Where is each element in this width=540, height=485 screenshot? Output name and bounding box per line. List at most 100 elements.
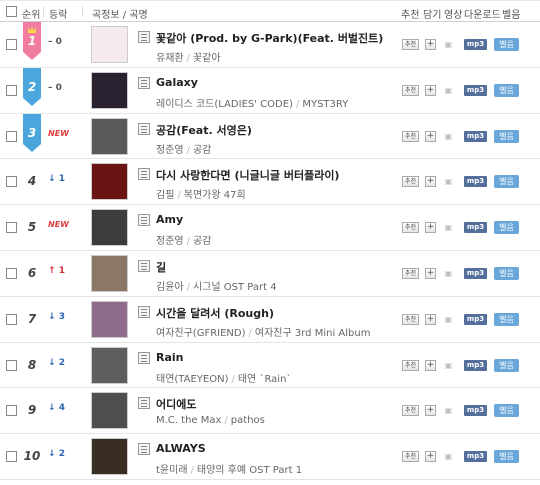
row-checkbox[interactable] [6,359,17,371]
mp3-download-button[interactable]: mp3 [464,451,487,463]
video-icon[interactable]: ▣ [443,176,454,187]
video-icon[interactable]: ▣ [443,222,454,233]
bell-button[interactable]: 벨음 [494,358,519,372]
album-cover[interactable] [91,209,128,247]
album-cover[interactable] [91,71,128,109]
song-title[interactable]: 어디에도 [156,396,196,412]
album-cover[interactable] [91,163,128,201]
add-button[interactable]: + [425,84,436,96]
row-checkbox[interactable] [6,130,17,142]
album-cover[interactable] [91,254,128,292]
artist-link[interactable]: 레이디스 코드(LADIES' CODE) [156,99,293,110]
recommend-button[interactable]: 추천 [402,176,419,188]
video-icon[interactable]: ▣ [443,268,454,279]
album-link[interactable]: 복면가왕 47회 [184,190,246,201]
album-link[interactable]: MYST3RY [302,99,348,110]
album-link[interactable]: 공감 [193,236,211,247]
artist-link[interactable]: 정준영 [156,145,184,156]
add-button[interactable]: + [425,313,436,325]
song-info-icon[interactable] [138,214,150,227]
row-checkbox[interactable] [6,313,17,325]
add-button[interactable]: + [425,222,436,234]
recommend-button[interactable]: 추천 [402,84,419,96]
video-icon[interactable]: ▣ [443,451,454,462]
add-button[interactable]: + [425,359,436,371]
video-icon[interactable]: ▣ [443,360,454,371]
song-info-icon[interactable] [138,443,150,456]
album-cover[interactable] [91,300,128,338]
song-info-icon[interactable] [138,351,150,364]
bell-button[interactable]: 벨음 [494,221,519,235]
song-title[interactable]: Amy [156,213,183,226]
mp3-download-button[interactable]: mp3 [464,267,487,279]
song-info-icon[interactable] [138,305,150,318]
song-info-icon[interactable] [138,122,150,135]
album-cover[interactable] [91,438,128,476]
artist-link[interactable]: 정준영 [156,236,184,247]
bell-button[interactable]: 벨음 [494,38,519,51]
song-title[interactable]: 다시 사랑한다면 (니글니글 버터플라이) [156,167,339,183]
artist-link[interactable]: M.C. the Max [156,415,221,426]
recommend-button[interactable]: 추천 [402,451,419,463]
add-button[interactable]: + [425,39,436,50]
artist-link[interactable]: 여자친구(GFRIEND) [156,328,246,339]
bell-button[interactable]: 벨음 [494,312,519,326]
bell-button[interactable]: 벨음 [494,404,519,418]
song-title[interactable]: 공감(Feat. 서영은) [156,122,252,138]
mp3-download-button[interactable]: mp3 [464,222,487,234]
mp3-download-button[interactable]: mp3 [464,405,487,417]
album-cover[interactable] [91,346,128,384]
album-link[interactable]: pathos [231,415,265,426]
album-link[interactable]: 시그널 OST Part 4 [193,282,277,293]
bell-button[interactable]: 벨음 [494,450,519,464]
row-checkbox[interactable] [6,405,17,417]
song-info-icon[interactable] [138,259,150,272]
recommend-button[interactable]: 추천 [402,222,419,234]
recommend-button[interactable]: 추천 [402,39,419,50]
song-title[interactable]: 꽃같아 (Prod. by G-Park)(Feat. 버벌진트) [156,30,383,46]
recommend-button[interactable]: 추천 [402,313,419,325]
add-button[interactable]: + [425,176,436,188]
add-button[interactable]: + [425,130,436,142]
video-icon[interactable]: ▣ [443,131,454,142]
mp3-download-button[interactable]: mp3 [464,176,487,188]
video-icon[interactable]: ▣ [443,405,454,416]
song-title[interactable]: Galaxy [156,76,198,89]
mp3-download-button[interactable]: mp3 [464,313,487,325]
bell-button[interactable]: 벨음 [494,129,519,143]
mp3-download-button[interactable]: mp3 [464,359,487,371]
song-title[interactable]: ALWAYS [156,442,206,455]
song-title[interactable]: Rain [156,351,184,364]
recommend-button[interactable]: 추천 [402,359,419,371]
album-cover[interactable] [91,117,128,155]
row-checkbox[interactable] [6,84,17,96]
mp3-download-button[interactable]: mp3 [464,84,487,96]
artist-link[interactable]: 유재환 [156,53,184,64]
song-info-icon[interactable] [138,397,150,410]
add-button[interactable]: + [425,451,436,463]
album-link[interactable]: 꽃같아 [193,53,221,64]
recommend-button[interactable]: 추천 [402,405,419,417]
row-checkbox[interactable] [6,176,17,188]
recommend-button[interactable]: 추천 [402,267,419,279]
album-link[interactable]: 공감 [193,145,211,156]
album-cover[interactable] [91,26,128,63]
album-cover[interactable] [91,392,128,430]
artist-link[interactable]: 김필 [156,190,174,201]
song-title[interactable]: 시간을 달려서 (Rough) [156,305,274,321]
bell-button[interactable]: 벨음 [494,266,519,280]
song-info-icon[interactable] [138,168,150,181]
row-checkbox[interactable] [6,267,17,279]
video-icon[interactable]: ▣ [443,314,454,325]
song-info-icon[interactable] [138,76,150,89]
artist-link[interactable]: t윤미래 [156,465,188,476]
bell-button[interactable]: 벨음 [494,175,519,189]
song-title[interactable]: 길 [156,259,166,275]
album-link[interactable]: 여자친구 3rd Mini Album [255,328,371,339]
artist-link[interactable]: 김윤아 [156,282,184,293]
row-checkbox[interactable] [6,451,17,463]
video-icon[interactable]: ▣ [443,39,454,50]
mp3-download-button[interactable]: mp3 [464,130,487,142]
recommend-button[interactable]: 추천 [402,130,419,142]
mp3-download-button[interactable]: mp3 [464,39,487,50]
